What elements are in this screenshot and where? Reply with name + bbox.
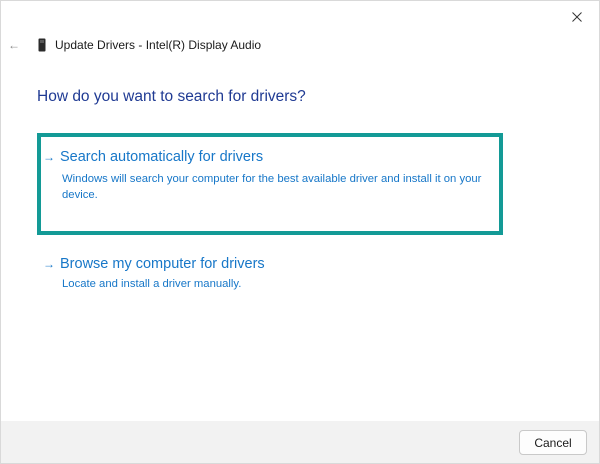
option-title: Browse my computer for drivers	[60, 256, 265, 272]
option-description: Locate and install a driver manually.	[62, 278, 242, 290]
option-title: Search automatically for drivers	[60, 149, 264, 165]
page-heading: How do you want to search for drivers?	[37, 88, 306, 105]
dialog-title: Update Drivers - Intel(R) Display Audio	[55, 38, 262, 52]
arrow-right-icon: →	[43, 257, 55, 271]
option-header: → Search automatically for drivers	[43, 149, 499, 165]
option-header: → Browse my computer for drivers	[43, 256, 503, 272]
cancel-button[interactable]: Cancel	[519, 430, 587, 455]
browse-computer-option[interactable]: → Browse my computer for drivers Locate …	[37, 252, 503, 300]
back-button[interactable]: ←	[5, 35, 23, 55]
back-arrow-icon: ←	[8, 38, 20, 52]
dialog-footer: Cancel	[1, 421, 599, 463]
search-automatically-option[interactable]: → Search automatically for drivers Windo…	[37, 133, 503, 235]
audio-device-icon	[37, 37, 47, 53]
option-description: Windows will search your computer for th…	[62, 173, 482, 201]
arrow-right-icon: →	[43, 150, 55, 164]
close-button[interactable]	[561, 5, 593, 29]
dialog-title-row: Update Drivers - Intel(R) Display Audio	[37, 37, 261, 53]
close-icon	[572, 12, 582, 22]
update-drivers-dialog: ← Update Drivers - Intel(R) Display Audi…	[0, 0, 600, 464]
